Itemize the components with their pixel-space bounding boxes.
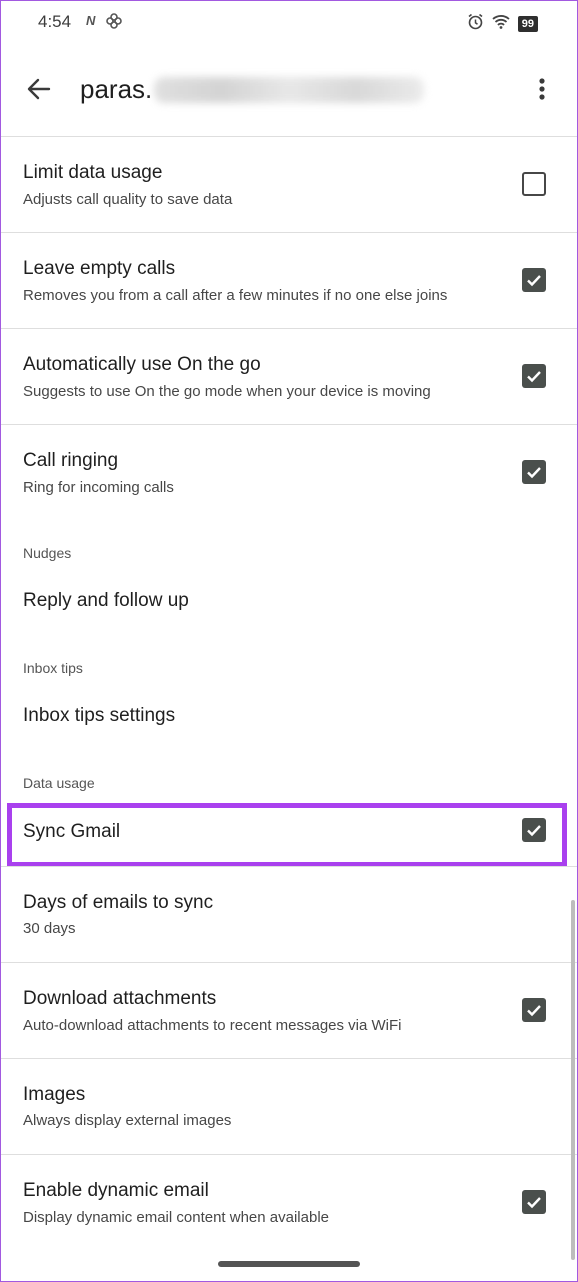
setting-title: Leave empty calls xyxy=(23,258,176,279)
more-vert-icon[interactable] xyxy=(532,74,552,104)
check-icon xyxy=(527,1005,541,1017)
wifi-icon xyxy=(492,14,510,34)
section-header-nudges: Nudges xyxy=(23,545,72,561)
scrollbar[interactable] xyxy=(571,900,575,1260)
setting-title: Automatically use On the go xyxy=(23,354,261,375)
setting-days-to-sync[interactable]: Days of emails to sync 30 days xyxy=(0,867,578,962)
setting-title: Sync Gmail xyxy=(23,821,121,842)
setting-subtitle: Adjusts call quality to save data xyxy=(23,191,233,208)
status-bar: 4:54 N 99 xyxy=(0,0,578,46)
setting-call-ringing[interactable]: Call ringing Ring for incoming calls xyxy=(0,425,578,520)
setting-title: Limit data usage xyxy=(23,162,163,183)
setting-title: Inbox tips settings xyxy=(23,705,176,726)
call-ringing-checkbox[interactable] xyxy=(522,460,546,484)
account-email-prefix: paras. xyxy=(80,74,153,104)
setting-subtitle: Suggests to use On the go mode when your… xyxy=(23,383,431,400)
setting-subtitle: 30 days xyxy=(23,920,76,937)
check-icon xyxy=(527,1197,541,1209)
pinwheel-icon xyxy=(106,13,122,29)
app-bar: paras. xyxy=(0,46,578,136)
setting-title: Days of emails to sync xyxy=(23,892,214,913)
check-icon xyxy=(527,825,541,837)
status-time: 4:54 xyxy=(38,12,72,31)
gesture-home-handle[interactable] xyxy=(218,1261,360,1267)
setting-subtitle: Display dynamic email content when avail… xyxy=(23,1209,329,1226)
redacted-email xyxy=(154,76,425,103)
setting-sync-gmail[interactable]: Sync Gmail xyxy=(0,805,578,865)
on-the-go-checkbox[interactable] xyxy=(522,364,546,388)
setting-title: Images xyxy=(23,1084,86,1105)
setting-subtitle: Removes you from a call after a few minu… xyxy=(23,287,448,304)
alarm-icon xyxy=(467,13,484,35)
section-header-data-usage: Data usage xyxy=(23,775,95,791)
download-attachments-checkbox[interactable] xyxy=(522,998,546,1022)
section-header-inbox-tips: Inbox tips xyxy=(23,660,83,676)
account-email-title: paras. xyxy=(80,74,425,105)
setting-title: Reply and follow up xyxy=(23,590,189,611)
leave-calls-checkbox[interactable] xyxy=(522,268,546,292)
setting-download-attachments[interactable]: Download attachments Auto-download attac… xyxy=(0,963,578,1058)
setting-subtitle: Always display external images xyxy=(23,1112,232,1129)
setting-on-the-go[interactable]: Automatically use On the go Suggests to … xyxy=(0,329,578,424)
setting-title: Call ringing xyxy=(23,450,119,471)
check-icon xyxy=(527,467,541,479)
limit-data-checkbox[interactable] xyxy=(522,172,546,196)
setting-limit-data-usage[interactable]: Limit data usage Adjusts call quality to… xyxy=(0,137,578,232)
setting-inbox-tips[interactable]: Inbox tips settings xyxy=(0,685,578,745)
setting-reply-follow-up[interactable]: Reply and follow up xyxy=(0,570,578,630)
setting-subtitle: Auto-download attachments to recent mess… xyxy=(23,1017,402,1034)
notification-n-icon: N xyxy=(86,13,96,28)
setting-title: Download attachments xyxy=(23,988,217,1009)
check-icon xyxy=(527,371,541,383)
battery-icon: 99 xyxy=(517,16,538,32)
setting-dynamic-email[interactable]: Enable dynamic email Display dynamic ema… xyxy=(0,1155,578,1250)
dynamic-email-checkbox[interactable] xyxy=(522,1190,546,1214)
setting-title: Enable dynamic email xyxy=(23,1180,209,1201)
check-icon xyxy=(527,275,541,287)
back-arrow-icon[interactable] xyxy=(24,74,54,104)
setting-subtitle: Ring for incoming calls xyxy=(23,479,174,496)
setting-images[interactable]: Images Always display external images xyxy=(0,1059,578,1154)
setting-leave-empty-calls[interactable]: Leave empty calls Removes you from a cal… xyxy=(0,233,578,328)
sync-gmail-checkbox[interactable] xyxy=(522,818,546,842)
